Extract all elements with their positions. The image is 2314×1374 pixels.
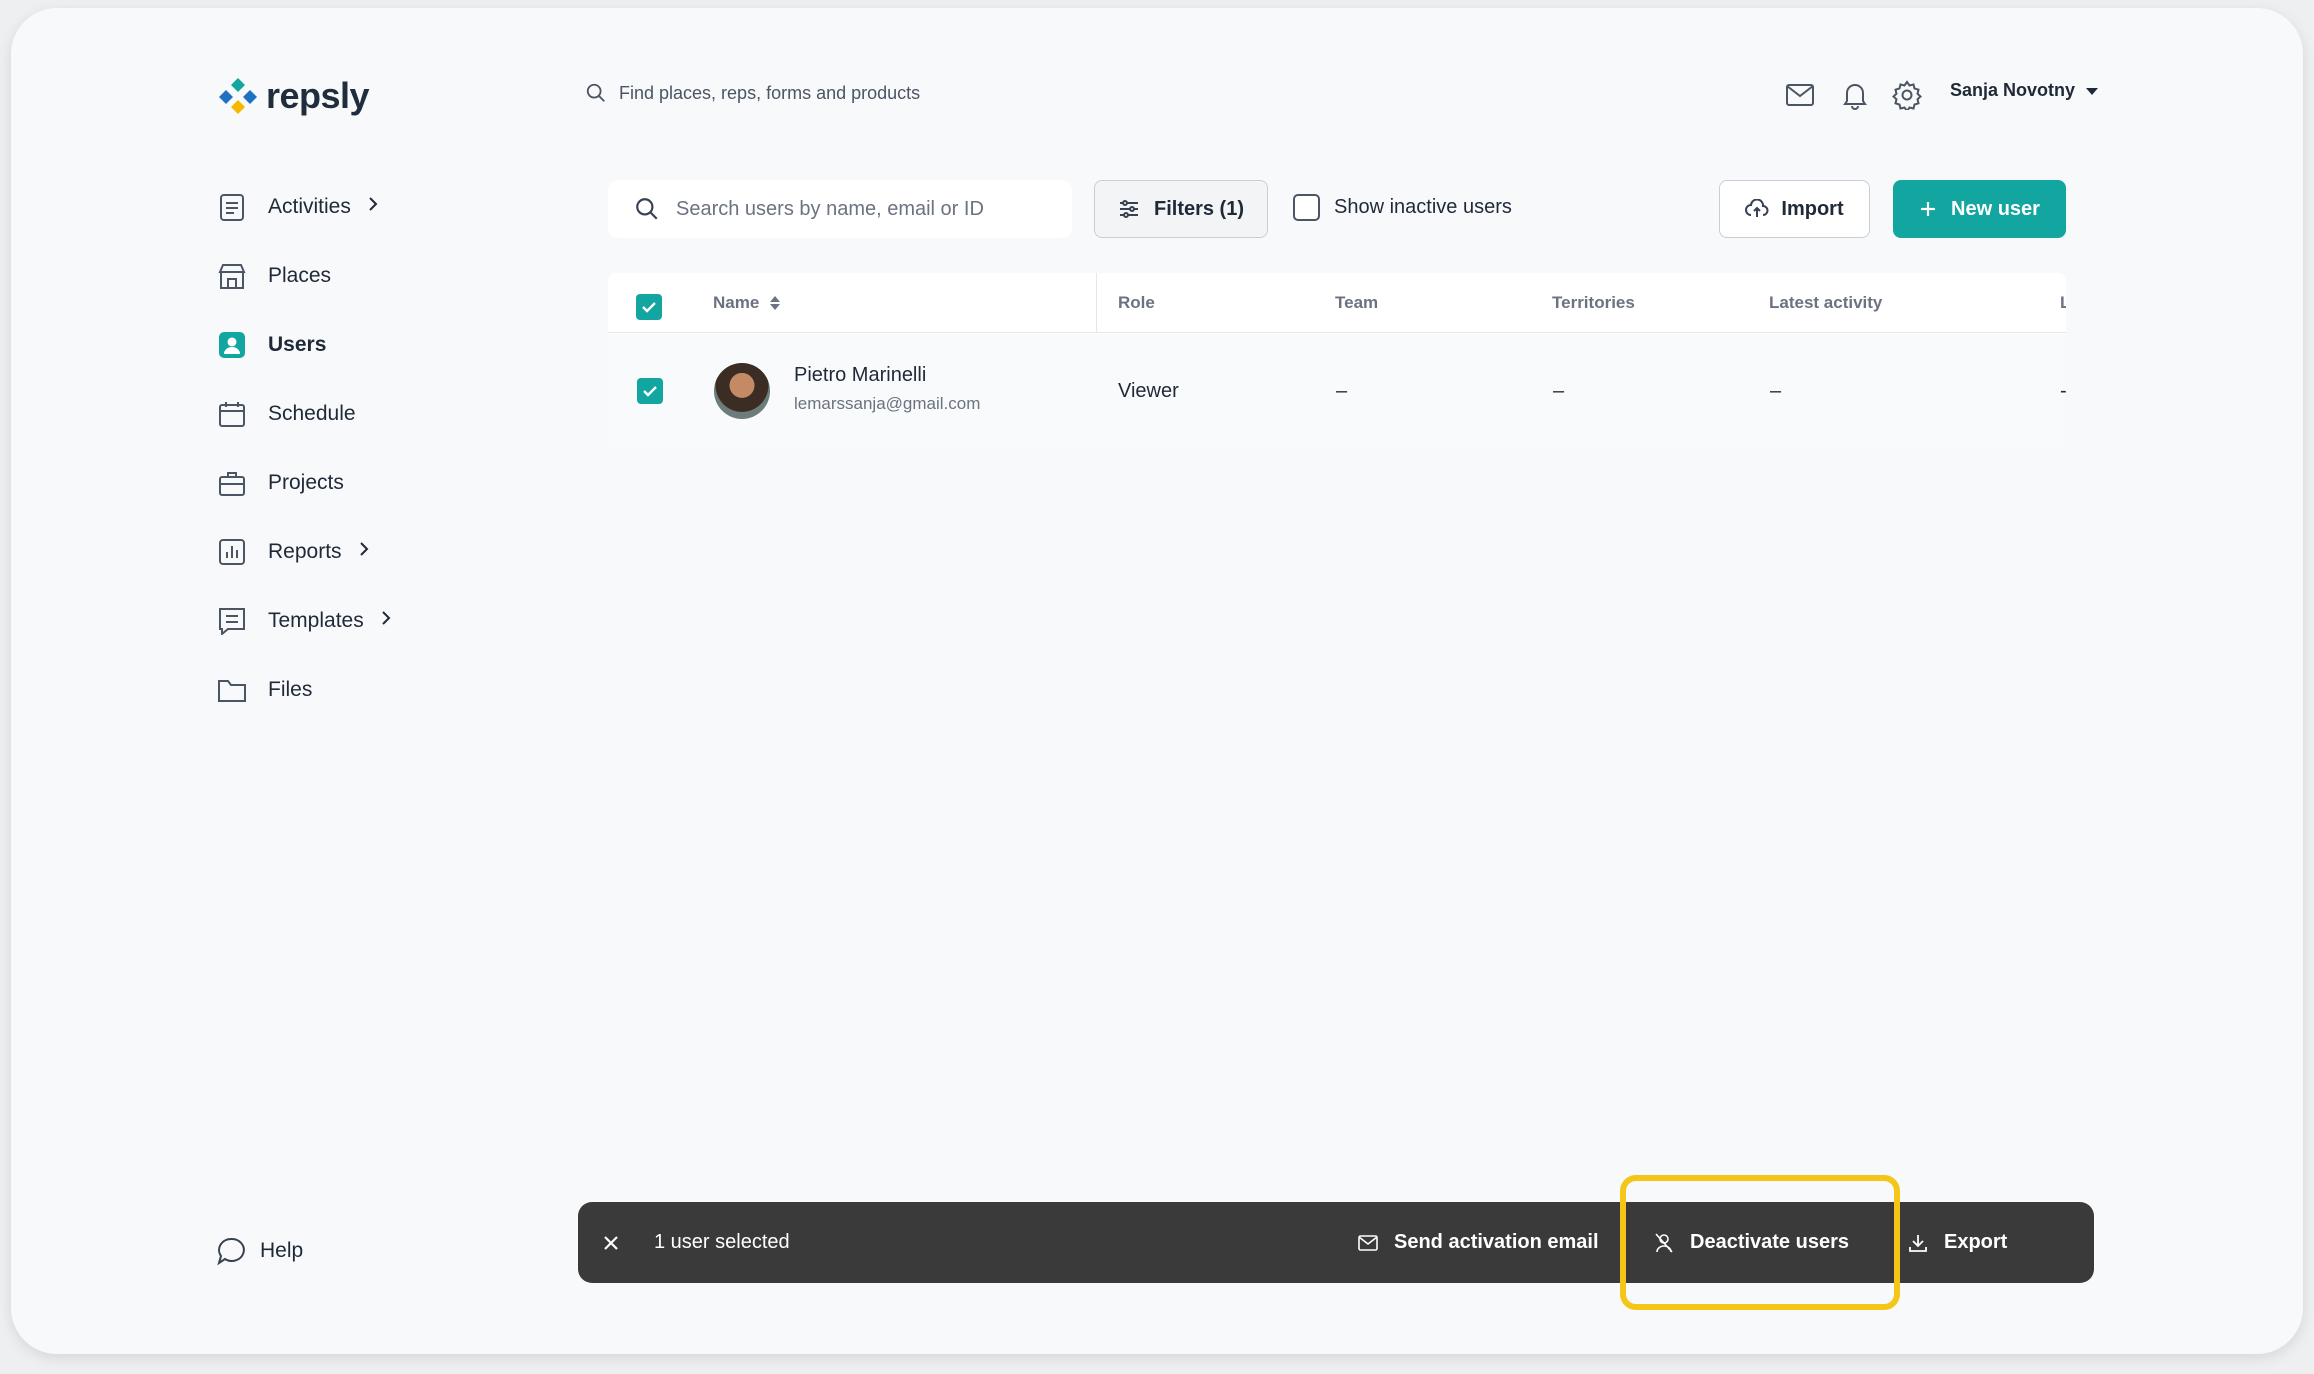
export-label: Export	[1944, 1231, 2008, 1253]
users-table: Name Role Team Territories Latest activi…	[608, 273, 2066, 448]
sidebar-item-label: Projects	[268, 470, 344, 494]
sliders-icon	[1119, 200, 1138, 218]
column-header-truncated[interactable]: L	[2060, 293, 2066, 313]
cloud-upload-icon	[1745, 199, 1769, 217]
sidebar-item-schedule[interactable]: Schedule	[216, 379, 516, 448]
sidebar-item-templates[interactable]: Templates	[216, 586, 516, 655]
plus-icon	[1921, 202, 1936, 216]
chevron-right-icon	[367, 195, 379, 219]
sidebar-item-activities[interactable]: Activities	[216, 172, 516, 241]
brand-name: repsly	[266, 75, 370, 116]
briefcase-icon	[216, 467, 248, 499]
import-label: Import	[1781, 197, 1844, 220]
table-row[interactable]: Pietro Marinelli lemarssanja@gmail.com V…	[608, 334, 2066, 448]
filters-label: Filters (1)	[1153, 197, 1245, 220]
sidebar-item-label: Places	[268, 263, 332, 287]
template-icon	[216, 605, 248, 637]
sidebar-item-label: Templates	[268, 608, 364, 632]
deactivate-users-label: Deactivate users	[1690, 1231, 1849, 1253]
select-all-checkbox[interactable]	[636, 294, 662, 320]
close-selection-button[interactable]	[602, 1202, 620, 1283]
row-select-checkbox[interactable]	[637, 378, 663, 404]
calendar-icon	[216, 398, 248, 430]
team-cell: –	[1336, 380, 1348, 402]
import-button[interactable]: Import	[1719, 180, 1870, 238]
send-activation-email-button[interactable]: Send activation email	[1358, 1202, 1599, 1283]
mail-icon	[1358, 1234, 1378, 1251]
sidebar-item-users[interactable]: Users	[216, 310, 516, 379]
download-icon	[1909, 1234, 1927, 1252]
help-link[interactable]: Help	[216, 1236, 303, 1266]
user-search-input[interactable]	[676, 197, 1056, 221]
global-search-input[interactable]	[619, 82, 1039, 104]
sort-icon	[770, 296, 781, 310]
sidebar-item-reports[interactable]: Reports	[216, 517, 516, 586]
column-divider	[1096, 273, 1097, 333]
chevron-right-icon	[380, 609, 392, 633]
truncated-cell: -	[2060, 380, 2066, 403]
repsly-logo[interactable]: repsly	[216, 74, 370, 118]
role-cell: Viewer	[1118, 380, 1179, 402]
new-user-button[interactable]: New user	[1893, 180, 2066, 238]
user-search[interactable]	[608, 180, 1072, 238]
send-activation-label: Send activation email	[1394, 1231, 1599, 1253]
sidebar-nav: Activities Places Users Schedule Project…	[216, 172, 516, 724]
sidebar-item-label: Activities	[268, 194, 351, 218]
latest-activity-cell: –	[1770, 380, 1782, 402]
report-chart-icon	[216, 536, 248, 568]
user-off-icon	[1655, 1232, 1673, 1253]
chevron-right-icon	[358, 540, 370, 564]
filters-button[interactable]: Filters (1)	[1094, 180, 1268, 238]
column-header-territories[interactable]: Territories	[1552, 293, 1635, 313]
table-header: Name Role Team Territories Latest activi…	[608, 273, 2066, 333]
mail-icon[interactable]	[1783, 78, 1817, 112]
folder-icon	[216, 674, 248, 706]
sidebar-item-label: Schedule	[268, 401, 356, 425]
deactivate-users-button[interactable]: Deactivate users	[1654, 1202, 1849, 1283]
help-label: Help	[260, 1239, 304, 1262]
close-icon	[604, 1235, 618, 1250]
global-search[interactable]	[585, 82, 1039, 104]
check-icon	[642, 302, 656, 313]
gear-icon[interactable]	[1890, 78, 1924, 112]
sidebar-item-projects[interactable]: Projects	[216, 448, 516, 517]
activities-icon	[216, 191, 248, 223]
bulk-action-bar: 1 user selected Send activation email De…	[578, 1202, 2094, 1283]
caret-down-icon	[2086, 87, 2099, 95]
sidebar-item-label: Files	[268, 677, 313, 701]
chat-bubble-icon	[217, 1237, 245, 1266]
new-user-label: New user	[1951, 197, 2040, 220]
sidebar-item-files[interactable]: Files	[216, 655, 516, 724]
column-header-latest-activity[interactable]: Latest activity	[1769, 293, 1882, 313]
show-inactive-checkbox[interactable]	[1293, 194, 1320, 221]
avatar	[714, 363, 770, 419]
sidebar-item-label: Reports	[268, 539, 342, 563]
column-header-role[interactable]: Role	[1118, 293, 1155, 313]
selection-count: 1 user selected	[654, 1231, 790, 1253]
show-inactive-label: Show inactive users	[1334, 196, 1512, 218]
user-email-cell: lemarssanja@gmail.com	[794, 394, 981, 413]
column-header-name[interactable]: Name	[713, 293, 781, 313]
store-icon	[216, 260, 248, 292]
check-icon	[643, 386, 657, 397]
user-menu[interactable]: Sanja Novotny	[1950, 80, 2099, 101]
user-name-cell[interactable]: Pietro Marinelli	[794, 364, 926, 387]
territories-cell: –	[1553, 380, 1565, 402]
sidebar-item-label: Users	[268, 332, 327, 356]
repsly-logo-icon	[219, 78, 257, 114]
sidebar-item-places[interactable]: Places	[216, 241, 516, 310]
column-header-label: Name	[713, 293, 760, 312]
user-icon	[216, 329, 248, 361]
column-header-team[interactable]: Team	[1335, 293, 1378, 313]
user-name: Sanja Novotny	[1950, 80, 2076, 100]
export-button[interactable]: Export	[1908, 1202, 2007, 1283]
show-inactive-toggle[interactable]: Show inactive users	[1293, 194, 1512, 221]
bell-icon[interactable]	[1838, 78, 1872, 112]
search-icon	[586, 83, 605, 102]
search-icon	[636, 198, 658, 220]
